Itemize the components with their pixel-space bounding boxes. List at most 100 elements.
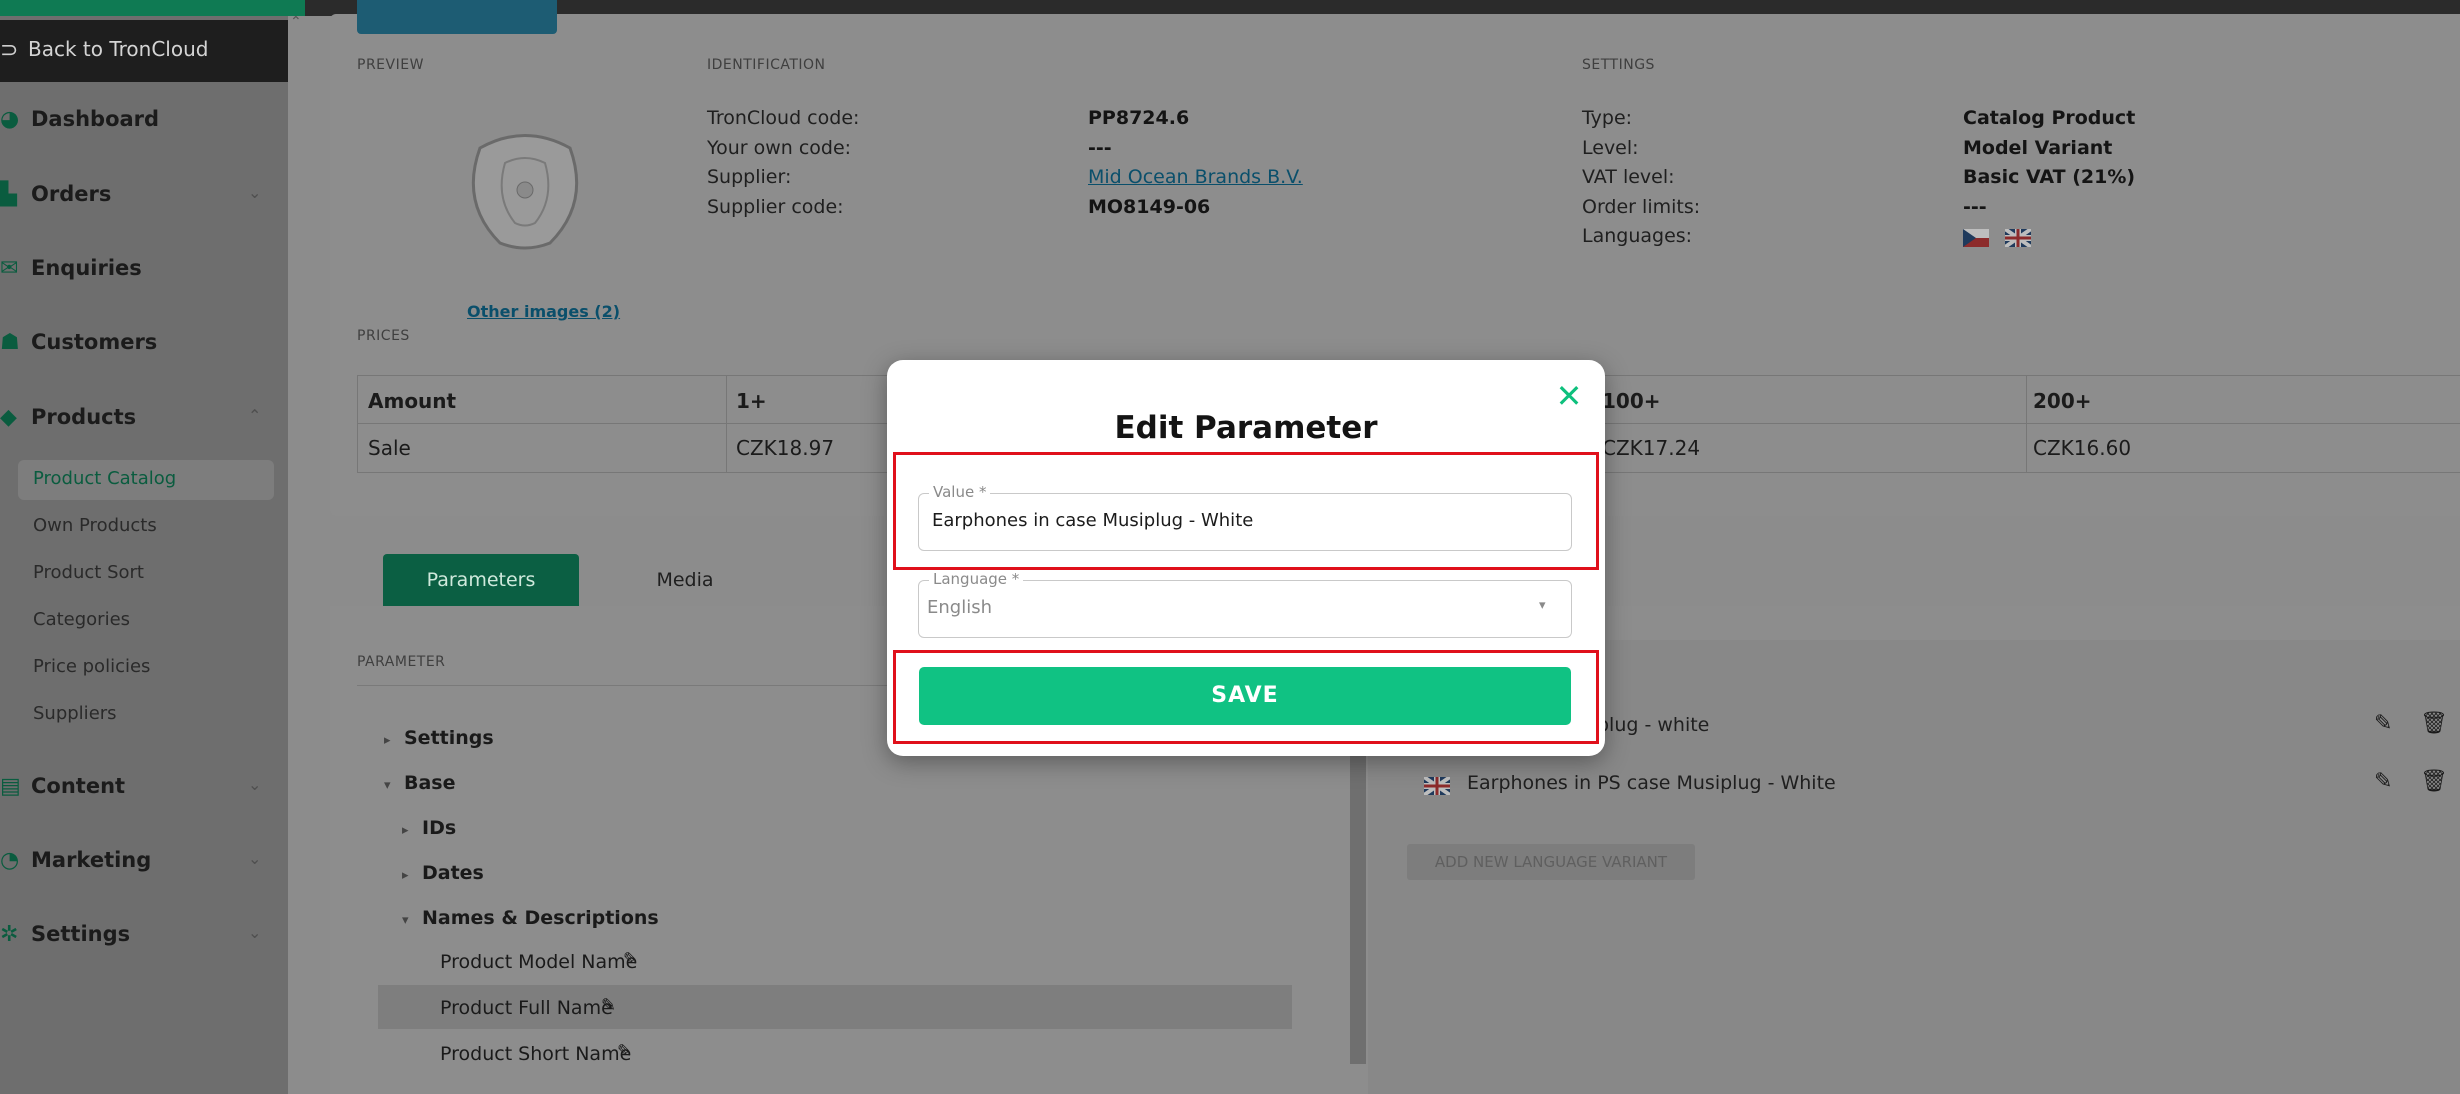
trash-icon[interactable]: 🗑 [2420, 711, 2448, 736]
troncloud-code-value: PP8724.6 [1088, 107, 1190, 129]
sidebar-subitem-categories[interactable]: Categories [33, 609, 130, 630]
annotation-highlight-value [893, 452, 1599, 570]
back-label: Back to TronCloud [28, 37, 209, 61]
sidebar-item-products[interactable]: ◆ Products ⌃ [0, 395, 288, 439]
tab-parameters[interactable]: Parameters [383, 554, 579, 606]
sidebar-subitem-price-policies[interactable]: Price policies [33, 656, 150, 677]
tree-node-ids[interactable]: IDs [422, 817, 456, 839]
sidebar-item-label: Products [31, 405, 137, 429]
id-label: TronCloud code: [707, 107, 860, 129]
pencil-icon[interactable]: ✎ [617, 1041, 632, 1062]
settings-label: VAT level: [1582, 166, 1675, 188]
table-header: 100+ [1602, 389, 1661, 413]
order-limits-value: --- [1963, 196, 1987, 218]
pencil-icon[interactable]: ✎ [623, 949, 638, 970]
caret-down-icon[interactable]: ▾ [402, 913, 409, 928]
table-header: 200+ [2033, 389, 2092, 413]
table-cell: Sale [368, 436, 411, 460]
enquiries-icon: ✉ [0, 256, 19, 281]
sidebar-item-label: Orders [31, 182, 112, 206]
chevron-down-icon: ▾ [1539, 598, 1546, 613]
sidebar-item-orders[interactable]: ▙ Orders ⌄ [0, 172, 288, 216]
gear-icon: ✲ [0, 922, 19, 947]
back-icon: ⊃ [0, 38, 19, 63]
tab-media[interactable]: Media [600, 554, 770, 606]
chevron-down-icon: ⌄ [248, 775, 262, 794]
sidebar-item-label: Content [31, 774, 126, 798]
sidebar-item-settings[interactable]: ✲ Settings ⌄ [0, 912, 288, 956]
header-action-button[interactable] [357, 0, 557, 34]
caret-right-icon[interactable]: ▸ [402, 823, 409, 838]
language-field-label: Language * [929, 570, 1024, 588]
edit-parameter-modal: ✕ Edit Parameter Value * Earphones in ca… [887, 360, 1605, 756]
sidebar-item-label: Dashboard [31, 107, 160, 131]
trash-icon[interactable]: 🗑 [2420, 769, 2448, 794]
supplier-code-value: MO8149-06 [1088, 196, 1211, 218]
tree-node-settings[interactable]: Settings [404, 727, 494, 749]
sidebar-subitem-suppliers[interactable]: Suppliers [33, 703, 117, 724]
table-header: Amount [368, 389, 457, 413]
chevron-up-icon[interactable]: ⌃ [290, 14, 302, 30]
sidebar-item-customers[interactable]: ☗ Customers [0, 320, 288, 364]
sidebar-item-dashboard[interactable]: ◕ Dashboard [0, 97, 288, 141]
language-select[interactable]: Language * English ▾ [918, 570, 1572, 638]
type-value: Catalog Product [1963, 107, 2136, 129]
sidebar-item-label: Customers [31, 330, 158, 354]
czech-flag-icon [1963, 229, 1989, 247]
close-icon[interactable]: ✕ [1553, 380, 1585, 412]
other-images-link[interactable]: Other images (2) [467, 302, 620, 321]
sidebar-subitem-product-sort[interactable]: Product Sort [33, 562, 144, 583]
customers-icon: ☗ [0, 330, 20, 355]
caret-right-icon[interactable]: ▸ [384, 733, 391, 748]
id-label: Your own code: [707, 137, 852, 159]
level-value: Model Variant [1963, 137, 2113, 159]
caret-right-icon[interactable]: ▸ [402, 868, 409, 883]
variant-text: Earphones in PS case Musiplug - White [1467, 772, 1836, 794]
table-cell: CZK17.24 [1602, 436, 1701, 460]
pencil-icon[interactable]: ✎ [601, 995, 616, 1016]
parameter-heading: PARAMETER [357, 654, 446, 670]
prices-heading: PRICES [357, 328, 410, 344]
table-header: 1+ [736, 389, 767, 413]
variant-text: plug - white [1597, 714, 1710, 736]
caret-down-icon[interactable]: ▾ [384, 778, 391, 793]
supplier-link[interactable]: Mid Ocean Brands B.V. [1088, 166, 1303, 188]
tree-leaf-product-short-name[interactable]: Product Short Name [440, 1043, 631, 1065]
back-to-troncloud-link[interactable]: ⊃ Back to TronCloud [0, 20, 288, 82]
own-code-value: --- [1088, 137, 1112, 159]
content-icon: ▤ [0, 774, 21, 799]
dashboard-icon: ◕ [0, 107, 20, 132]
product-thumbnail[interactable] [450, 118, 600, 258]
tree-node-base[interactable]: Base [404, 772, 456, 794]
identification-heading: IDENTIFICATION [707, 57, 826, 73]
sidebar-item-label: Enquiries [31, 256, 142, 280]
pencil-icon[interactable]: ✎ [2374, 711, 2392, 736]
table-cell: CZK18.97 [736, 436, 835, 460]
id-label: Supplier code: [707, 196, 844, 218]
tree-node-dates[interactable]: Dates [422, 862, 484, 884]
chevron-down-icon: ⌄ [248, 849, 262, 868]
annotation-highlight-save [893, 650, 1599, 744]
add-language-variant-button[interactable]: ADD NEW LANGUAGE VARIANT [1407, 844, 1695, 880]
chevron-down-icon: ⌄ [248, 183, 262, 202]
preview-heading: PREVIEW [357, 57, 424, 73]
chevron-up-icon: ⌃ [248, 406, 262, 425]
sidebar-item-content[interactable]: ▤ Content ⌄ [0, 764, 288, 808]
settings-label: Languages: [1582, 225, 1693, 247]
sidebar-item-label: Marketing [31, 848, 152, 872]
table-divider [2026, 376, 2027, 472]
sidebar-subitem-product-catalog[interactable]: Product Catalog [33, 468, 176, 489]
vat-level-value: Basic VAT (21%) [1963, 166, 2136, 188]
tree-leaf-product-model-name[interactable]: Product Model Name [440, 951, 637, 973]
chevron-down-icon: ⌄ [248, 923, 262, 942]
sidebar-subitem-own-products[interactable]: Own Products [33, 515, 157, 536]
sidebar-item-enquiries[interactable]: ✉ Enquiries [0, 246, 288, 290]
tag-icon: ◆ [0, 405, 17, 430]
table-divider [726, 376, 727, 472]
settings-label: Type: [1582, 107, 1633, 129]
cart-icon: ▙ [0, 182, 17, 207]
tree-node-names-descriptions[interactable]: Names & Descriptions [422, 907, 659, 929]
sidebar-item-marketing[interactable]: ◔ Marketing ⌄ [0, 838, 288, 882]
pencil-icon[interactable]: ✎ [2374, 769, 2392, 794]
tree-leaf-product-full-name[interactable]: Product Full Name [440, 997, 613, 1019]
